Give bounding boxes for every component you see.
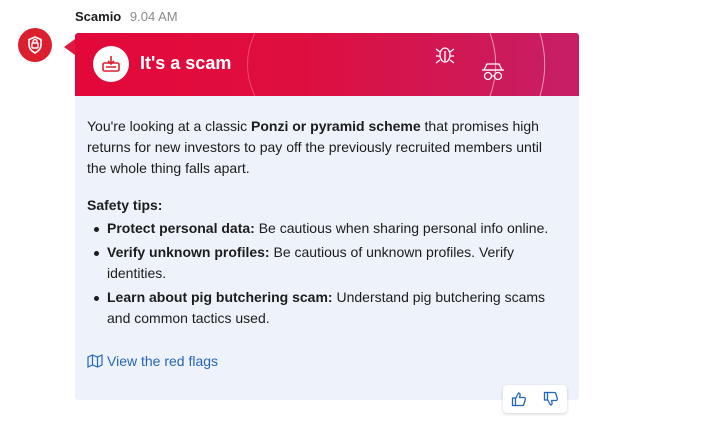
bug-icon (435, 47, 455, 64)
view-red-flags-link[interactable]: View the red flags (87, 353, 218, 369)
thumbs-down-icon (543, 391, 559, 406)
message-time: 9.04 AM (129, 9, 178, 24)
safety-tip: Learn about pig butchering scam: Underst… (87, 287, 557, 329)
safety-tip: Verify unknown profiles: Be cautious of … (87, 242, 557, 284)
thumbs-down-button[interactable] (538, 386, 564, 412)
tip-label: Learn about pig butchering scam: (107, 289, 333, 305)
scam-alert-icon (102, 56, 120, 72)
verdict-title: It's a scam (140, 53, 232, 73)
view-red-flags-label[interactable]: View the red flags (107, 353, 218, 369)
tip-label: Verify unknown profiles: (107, 244, 270, 260)
spy-icon (482, 63, 504, 81)
tip-label: Protect personal data: (107, 220, 255, 236)
scheme-name: Ponzi or pyramid scheme (251, 118, 421, 134)
thumbs-up-button[interactable] (506, 386, 532, 412)
thumbs-up-icon (511, 392, 527, 407)
verdict-banner: It's a scam (75, 33, 579, 96)
tip-text: Be cautious when sharing personal info o… (254, 220, 549, 236)
feedback-bar (503, 385, 567, 413)
safety-tips-list: Protect personal data: Be cautious when … (87, 218, 557, 332)
message-header: Scamio 9.04 AM (75, 9, 178, 24)
scam-alert-badge (93, 46, 129, 82)
message-card: It's a scam You're looking at a classic … (64, 33, 579, 413)
explanation-text: You're looking at a classic (87, 118, 252, 134)
scamio-avatar (18, 28, 52, 62)
safety-tip: Protect personal data: Be cautious when … (87, 218, 557, 239)
safety-tips-title: Safety tips: (87, 197, 163, 213)
sender-name: Scamio (75, 9, 122, 24)
card-pointer (64, 39, 75, 55)
shield-icon (28, 36, 42, 54)
map-icon (87, 354, 103, 368)
verdict-explanation: You're looking at a classic Ponzi or pyr… (87, 116, 557, 179)
